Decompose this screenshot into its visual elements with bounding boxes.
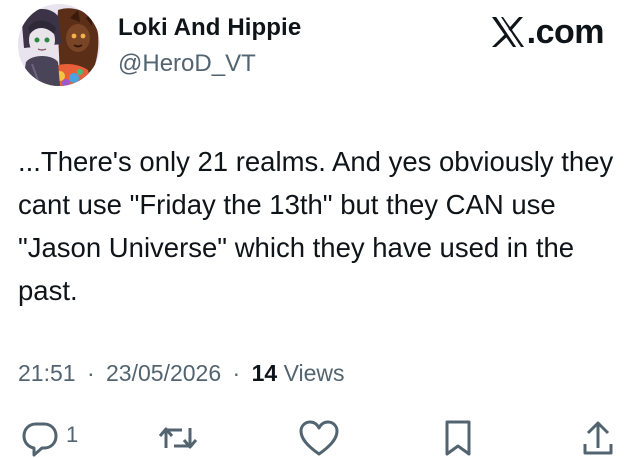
- avatar-illustration: [18, 4, 100, 86]
- bookmark-icon: [440, 418, 476, 458]
- action-bar: 1: [0, 418, 640, 458]
- repost-icon: [156, 418, 200, 458]
- tweet-card: Loki And Hippie @HeroD_VT .com ...There'…: [0, 0, 640, 457]
- brand-domain-text: .com: [526, 13, 605, 51]
- views-label: Views: [283, 360, 345, 386]
- repost-button[interactable]: [156, 418, 200, 458]
- tweet-date[interactable]: 23/05/2026: [106, 360, 221, 386]
- reply-button[interactable]: 1: [20, 418, 78, 458]
- brand-watermark: .com: [490, 12, 605, 52]
- views-count: 14: [251, 360, 278, 386]
- share-button[interactable]: [580, 418, 616, 458]
- bookmark-button[interactable]: [440, 418, 476, 458]
- reply-icon: [20, 418, 60, 458]
- meta-separator: ·: [232, 360, 241, 386]
- meta-separator: ·: [86, 360, 95, 386]
- x-logo-icon: [490, 14, 526, 50]
- tweet-text: ...There's only 21 realms. And yes obvio…: [18, 146, 614, 306]
- share-icon: [580, 418, 616, 458]
- avatar[interactable]: [18, 4, 100, 86]
- like-button[interactable]: [298, 418, 340, 458]
- user-handle[interactable]: @HeroD_VT: [118, 50, 256, 78]
- like-icon: [298, 418, 340, 458]
- display-name[interactable]: Loki And Hippie: [118, 14, 301, 42]
- tweet-meta: 21:51 · 23/05/2026 · 14 Views: [18, 360, 345, 387]
- tweet-time[interactable]: 21:51: [18, 360, 76, 386]
- reply-count: 1: [66, 422, 79, 447]
